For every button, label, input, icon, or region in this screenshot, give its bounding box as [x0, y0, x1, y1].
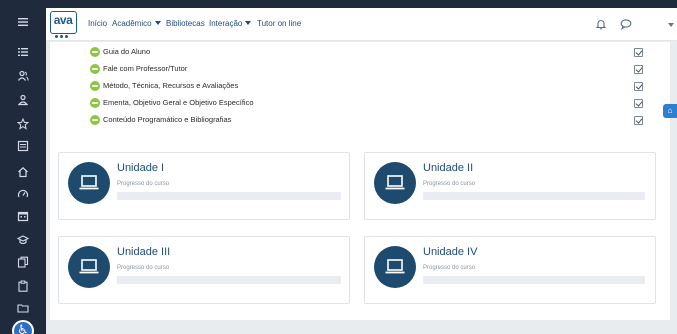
activity-page-icon	[90, 47, 100, 57]
accessibility-icon[interactable]: ♿	[12, 320, 34, 334]
files-icon[interactable]	[15, 254, 31, 270]
ava-logo[interactable]: ava	[50, 11, 77, 34]
graduation-icon[interactable]	[15, 232, 31, 248]
progress-label: Progresso do curso	[117, 181, 170, 187]
laptop-icon	[374, 246, 416, 288]
progress-bar	[423, 192, 645, 200]
progress-bar	[117, 192, 341, 200]
unit-title[interactable]: Unidade I	[117, 162, 164, 174]
dashboard-icon[interactable]	[15, 186, 31, 202]
unit-card[interactable]: Unidade I Progresso do curso	[58, 152, 350, 220]
messages-chat-icon[interactable]	[620, 17, 634, 31]
unit-title[interactable]: Unidade IV	[423, 246, 477, 258]
folder-icon[interactable]	[15, 300, 31, 316]
side-drawer-toggle-icon[interactable]: ⌂	[663, 104, 677, 118]
progress-label: Progresso do curso	[423, 181, 476, 187]
star-icon[interactable]	[15, 116, 31, 132]
activity-page-icon	[90, 64, 100, 74]
top-navbar: ava Início Acadêmico Bibliotecas Interaç…	[46, 8, 677, 41]
completion-checkbox[interactable]	[634, 65, 643, 74]
laptop-icon	[374, 162, 416, 204]
chevron-down-icon	[154, 21, 161, 25]
activity-page-icon	[90, 115, 100, 125]
clipboard-icon[interactable]	[15, 278, 31, 294]
progress-bar	[423, 276, 645, 284]
menu-toggle-icon[interactable]	[15, 14, 31, 30]
progress-label: Progresso do curso	[117, 265, 170, 271]
completion-checkbox[interactable]	[634, 99, 643, 108]
progress-bar	[117, 276, 341, 284]
calendar-icon[interactable]	[15, 208, 31, 224]
nav-interacao[interactable]: Interação	[209, 19, 252, 28]
unit-card[interactable]: Unidade II Progresso do curso	[364, 152, 656, 220]
laptop-icon	[68, 246, 110, 288]
unit-title[interactable]: Unidade II	[423, 162, 473, 174]
progress-label: Progresso do curso	[423, 265, 476, 271]
nav-bibliotecas[interactable]: Bibliotecas	[166, 19, 205, 28]
list-icon[interactable]	[15, 44, 31, 60]
top-strip	[0, 0, 677, 8]
courses-icon[interactable]	[15, 138, 31, 154]
user-menu-caret-icon[interactable]	[668, 23, 674, 27]
unit-card[interactable]: Unidade III Progresso do curso	[58, 236, 350, 304]
completion-checkbox[interactable]	[634, 48, 643, 57]
notification-bell-icon[interactable]	[595, 17, 609, 31]
group-icon[interactable]	[15, 92, 31, 108]
bottom-area	[46, 326, 677, 334]
chevron-down-icon	[245, 21, 252, 25]
nav-academico[interactable]: Acadêmico	[112, 19, 161, 28]
nav-tutor-online[interactable]: Tutor on line	[257, 19, 301, 28]
activity-page-icon	[90, 81, 100, 91]
logo-dots	[55, 35, 69, 39]
completion-checkbox[interactable]	[634, 82, 643, 91]
completion-checkbox[interactable]	[634, 116, 643, 125]
unit-card[interactable]: Unidade IV Progresso do curso	[364, 236, 656, 304]
users-icon[interactable]	[15, 68, 31, 84]
nav-inicio[interactable]: Início	[88, 19, 107, 28]
laptop-icon	[68, 162, 110, 204]
activity-page-icon	[90, 98, 100, 108]
left-sidebar: ♿	[0, 0, 46, 334]
unit-title[interactable]: Unidade III	[117, 246, 170, 258]
home-icon[interactable]	[15, 164, 31, 180]
